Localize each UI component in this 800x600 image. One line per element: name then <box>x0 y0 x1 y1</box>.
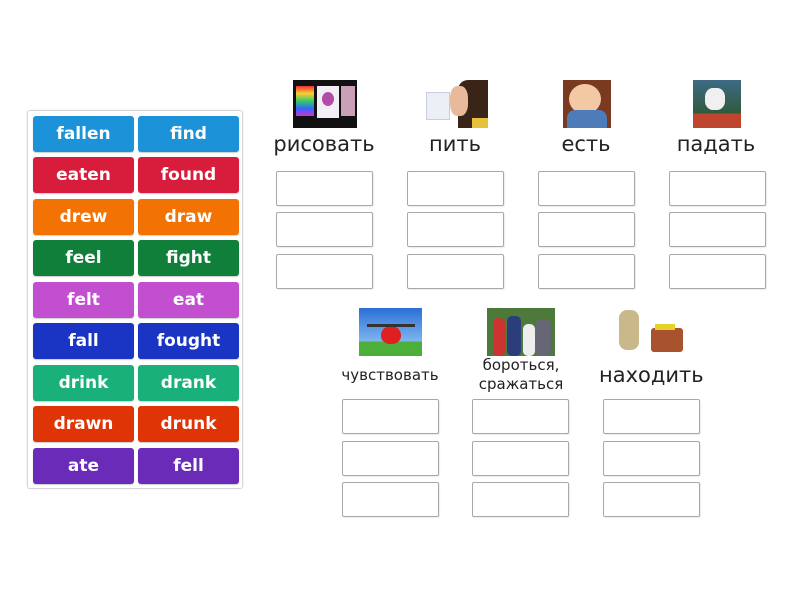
word-tile[interactable]: draw <box>138 199 239 235</box>
word-tile[interactable]: found <box>138 157 239 193</box>
word-bank: fallen find eaten found drew draw feel f… <box>27 110 243 489</box>
group-label: находить <box>599 363 704 387</box>
drop-slot[interactable] <box>669 254 766 289</box>
word-tile[interactable]: eaten <box>33 157 134 193</box>
word-tile[interactable]: drink <box>33 365 134 401</box>
group-label: падать <box>676 132 756 156</box>
drop-slot[interactable] <box>603 441 700 476</box>
word-tile[interactable]: drunk <box>138 406 239 442</box>
word-tile[interactable]: drank <box>138 365 239 401</box>
word-tile[interactable]: drew <box>33 199 134 235</box>
group-label: есть <box>561 132 611 156</box>
drop-slot[interactable] <box>342 399 439 434</box>
treasure-finder-image <box>615 308 687 356</box>
drop-slot[interactable] <box>538 212 635 247</box>
drinking-woman-image <box>422 80 488 128</box>
group-label: рисовать <box>273 132 375 156</box>
word-tile[interactable]: fight <box>138 240 239 276</box>
drop-slot[interactable] <box>407 212 504 247</box>
drop-slot[interactable] <box>276 212 373 247</box>
drop-slot[interactable] <box>407 254 504 289</box>
word-tile[interactable]: fall <box>33 323 134 359</box>
painting-image <box>293 80 357 128</box>
drop-slot[interactable] <box>472 441 569 476</box>
falling-man-image <box>693 80 741 128</box>
eating-baby-image <box>563 80 611 128</box>
drop-slot[interactable] <box>472 482 569 517</box>
drop-slot[interactable] <box>407 171 504 206</box>
group-label: чувствовать <box>341 366 439 384</box>
word-tile[interactable]: eat <box>138 282 239 318</box>
drop-slot[interactable] <box>669 212 766 247</box>
word-tile[interactable]: fell <box>138 448 239 484</box>
heart-weightlifting-image <box>359 308 422 356</box>
word-tile[interactable]: find <box>138 116 239 152</box>
drop-slot[interactable] <box>472 399 569 434</box>
drop-slot[interactable] <box>669 171 766 206</box>
fighting-people-image <box>487 308 555 356</box>
group-label: пить <box>429 132 481 156</box>
word-tile[interactable]: fallen <box>33 116 134 152</box>
word-tile[interactable]: felt <box>33 282 134 318</box>
drop-slot[interactable] <box>342 482 439 517</box>
drop-slot[interactable] <box>342 441 439 476</box>
drop-slot[interactable] <box>603 482 700 517</box>
drop-slot[interactable] <box>276 171 373 206</box>
word-tile[interactable]: ate <box>33 448 134 484</box>
word-tile[interactable]: fought <box>138 323 239 359</box>
drop-slot[interactable] <box>538 171 635 206</box>
drop-slot[interactable] <box>538 254 635 289</box>
word-tile[interactable]: feel <box>33 240 134 276</box>
group-label: бороться, сражаться <box>478 356 564 393</box>
drop-slot[interactable] <box>276 254 373 289</box>
word-tile[interactable]: drawn <box>33 406 134 442</box>
drop-slot[interactable] <box>603 399 700 434</box>
